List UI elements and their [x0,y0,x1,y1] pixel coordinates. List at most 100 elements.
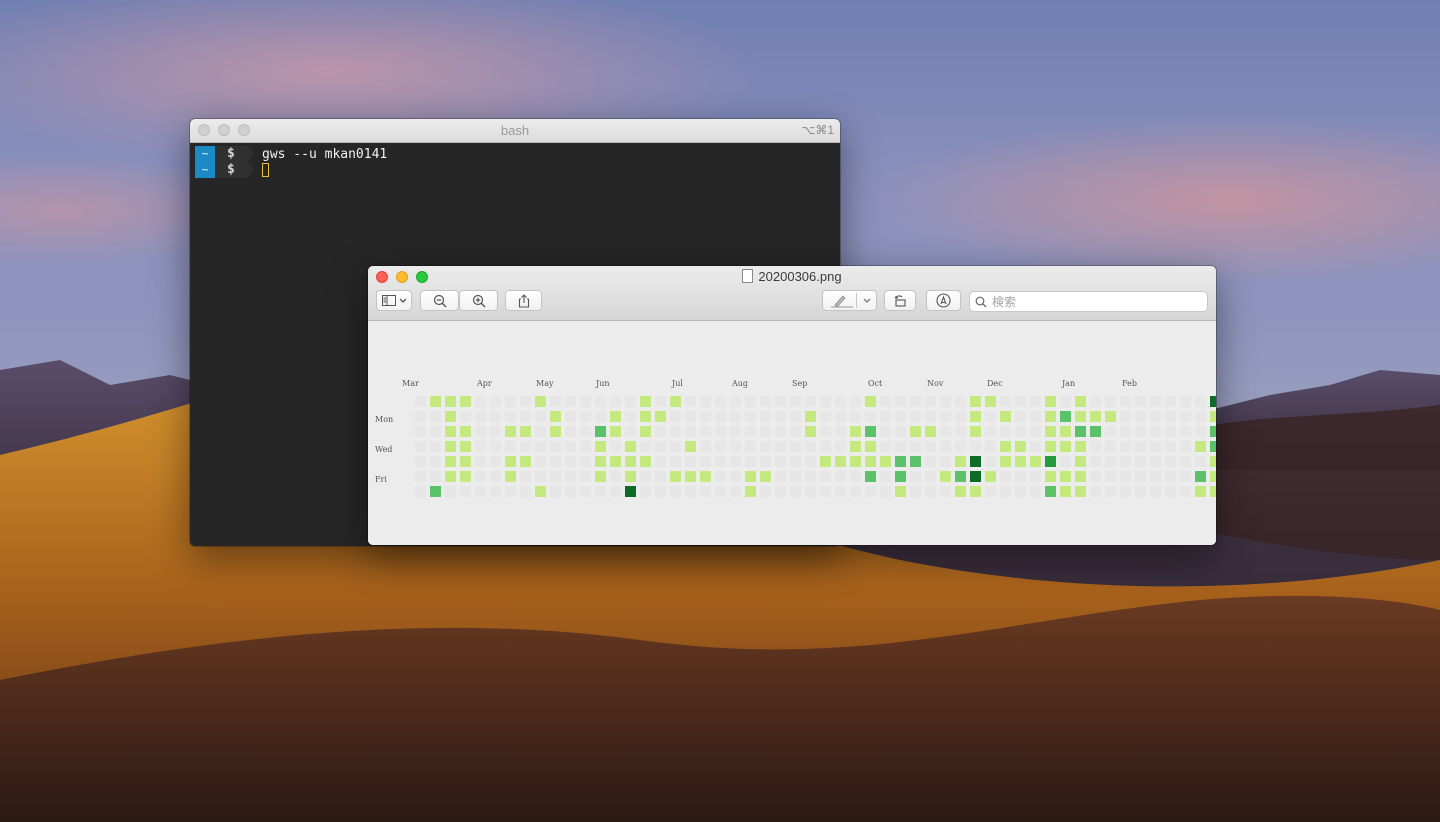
contribution-cell [955,456,966,467]
contribution-cell [1180,471,1191,482]
contribution-cell [805,486,816,497]
contribution-cell [745,396,756,407]
text-cursor[interactable] [262,163,269,177]
contribution-cell [1150,426,1161,437]
terminal-line: ~ $ gws --u mkan0141 [195,146,840,162]
contribution-cell [1135,396,1146,407]
contribution-cell [1165,411,1176,422]
preview-window[interactable]: 20200306.png 検索 Mar Apr May Jun Jul Aug … [368,266,1216,545]
contribution-cell [970,426,981,437]
minimize-button[interactable] [218,124,230,136]
contribution-cell [1045,396,1056,407]
contribution-cell [955,441,966,452]
contribution-cell [805,411,816,422]
month-label: Mar [402,379,419,388]
sidebar-icon [381,295,396,306]
contribution-cell [505,396,516,407]
contribution-cell [640,471,651,482]
contribution-cell [610,411,621,422]
share-button[interactable] [505,290,542,311]
markup-pen-button[interactable] [822,290,877,311]
contribution-cell [685,471,696,482]
contribution-cell [1165,486,1176,497]
contribution-cell [1030,456,1041,467]
contribution-cell [820,486,831,497]
contribution-cell [460,411,471,422]
contribution-cell [850,411,861,422]
contribution-cell [820,456,831,467]
contribution-cell [715,426,726,437]
contribution-cell [1015,396,1026,407]
contribution-cell [925,471,936,482]
image-canvas[interactable]: Mar Apr May Jun Jul Aug Sep Oct Nov Dec … [368,321,1216,545]
contribution-cell [490,426,501,437]
contribution-cell [865,426,876,437]
contribution-cell [445,426,456,437]
contribution-cell [490,411,501,422]
contribution-cell [775,456,786,467]
contribution-cell [1030,441,1041,452]
contribution-cell [1105,426,1116,437]
terminal-output[interactable]: ~ $ gws --u mkan0141 ~ $ [190,143,840,178]
contribution-cell [910,456,921,467]
contribution-cell [955,396,966,407]
contribution-cell [610,426,621,437]
contribution-cell [565,486,576,497]
close-button[interactable] [198,124,210,136]
contribution-cell [655,471,666,482]
contribution-cell [505,486,516,497]
zoom-in-button[interactable] [459,290,498,311]
month-label: Apr [477,379,492,388]
month-label: Jun [596,379,610,388]
contribution-cell [670,486,681,497]
weekday-label: Mon [375,415,394,424]
sidebar-view-button[interactable] [376,290,412,311]
contribution-cell [415,486,426,497]
contribution-cell [1075,456,1086,467]
contribution-cell [865,456,876,467]
markup-toolbar-button[interactable] [926,290,961,311]
contribution-cell [640,411,651,422]
zoom-in-icon [472,294,485,307]
contribution-cell [865,471,876,482]
contribution-cell [1105,456,1116,467]
contribution-cell [955,471,966,482]
contribution-cell [640,456,651,467]
rotate-button[interactable] [884,290,916,311]
contribution-cell [955,486,966,497]
contribution-cell [1030,411,1041,422]
contribution-cell [685,441,696,452]
contribution-cell [820,441,831,452]
contribution-cell [805,426,816,437]
contribution-cell [430,411,441,422]
zoom-out-button[interactable] [420,290,459,311]
contribution-cell [565,411,576,422]
contribution-cell [1105,411,1116,422]
contribution-cell [970,471,981,482]
search-field[interactable]: 検索 [969,291,1208,312]
zoom-button[interactable] [238,124,250,136]
contribution-cell [1045,486,1056,497]
contribution-cell [625,486,636,497]
preview-toolbar[interactable]: 20200306.png 検索 [368,266,1216,321]
contribution-cell [940,411,951,422]
prompt-symbol: $ [215,146,255,162]
contribution-cell [1195,411,1206,422]
contribution-cell [445,456,456,467]
contribution-cell [475,411,486,422]
contribution-cell [745,411,756,422]
chevron-down-icon[interactable] [863,298,871,304]
contribution-cell [835,441,846,452]
contribution-cell [490,396,501,407]
contribution-cell [670,426,681,437]
contribution-cell [415,456,426,467]
contribution-cell [805,471,816,482]
contribution-cell [715,456,726,467]
contribution-cell [1015,441,1026,452]
weekday-label: Fri [375,475,387,484]
contribution-cell [715,396,726,407]
terminal-titlebar[interactable]: bash ⌥⌘1 [190,119,840,143]
contribution-cell [520,426,531,437]
contribution-cell [790,486,801,497]
contribution-cell [535,456,546,467]
